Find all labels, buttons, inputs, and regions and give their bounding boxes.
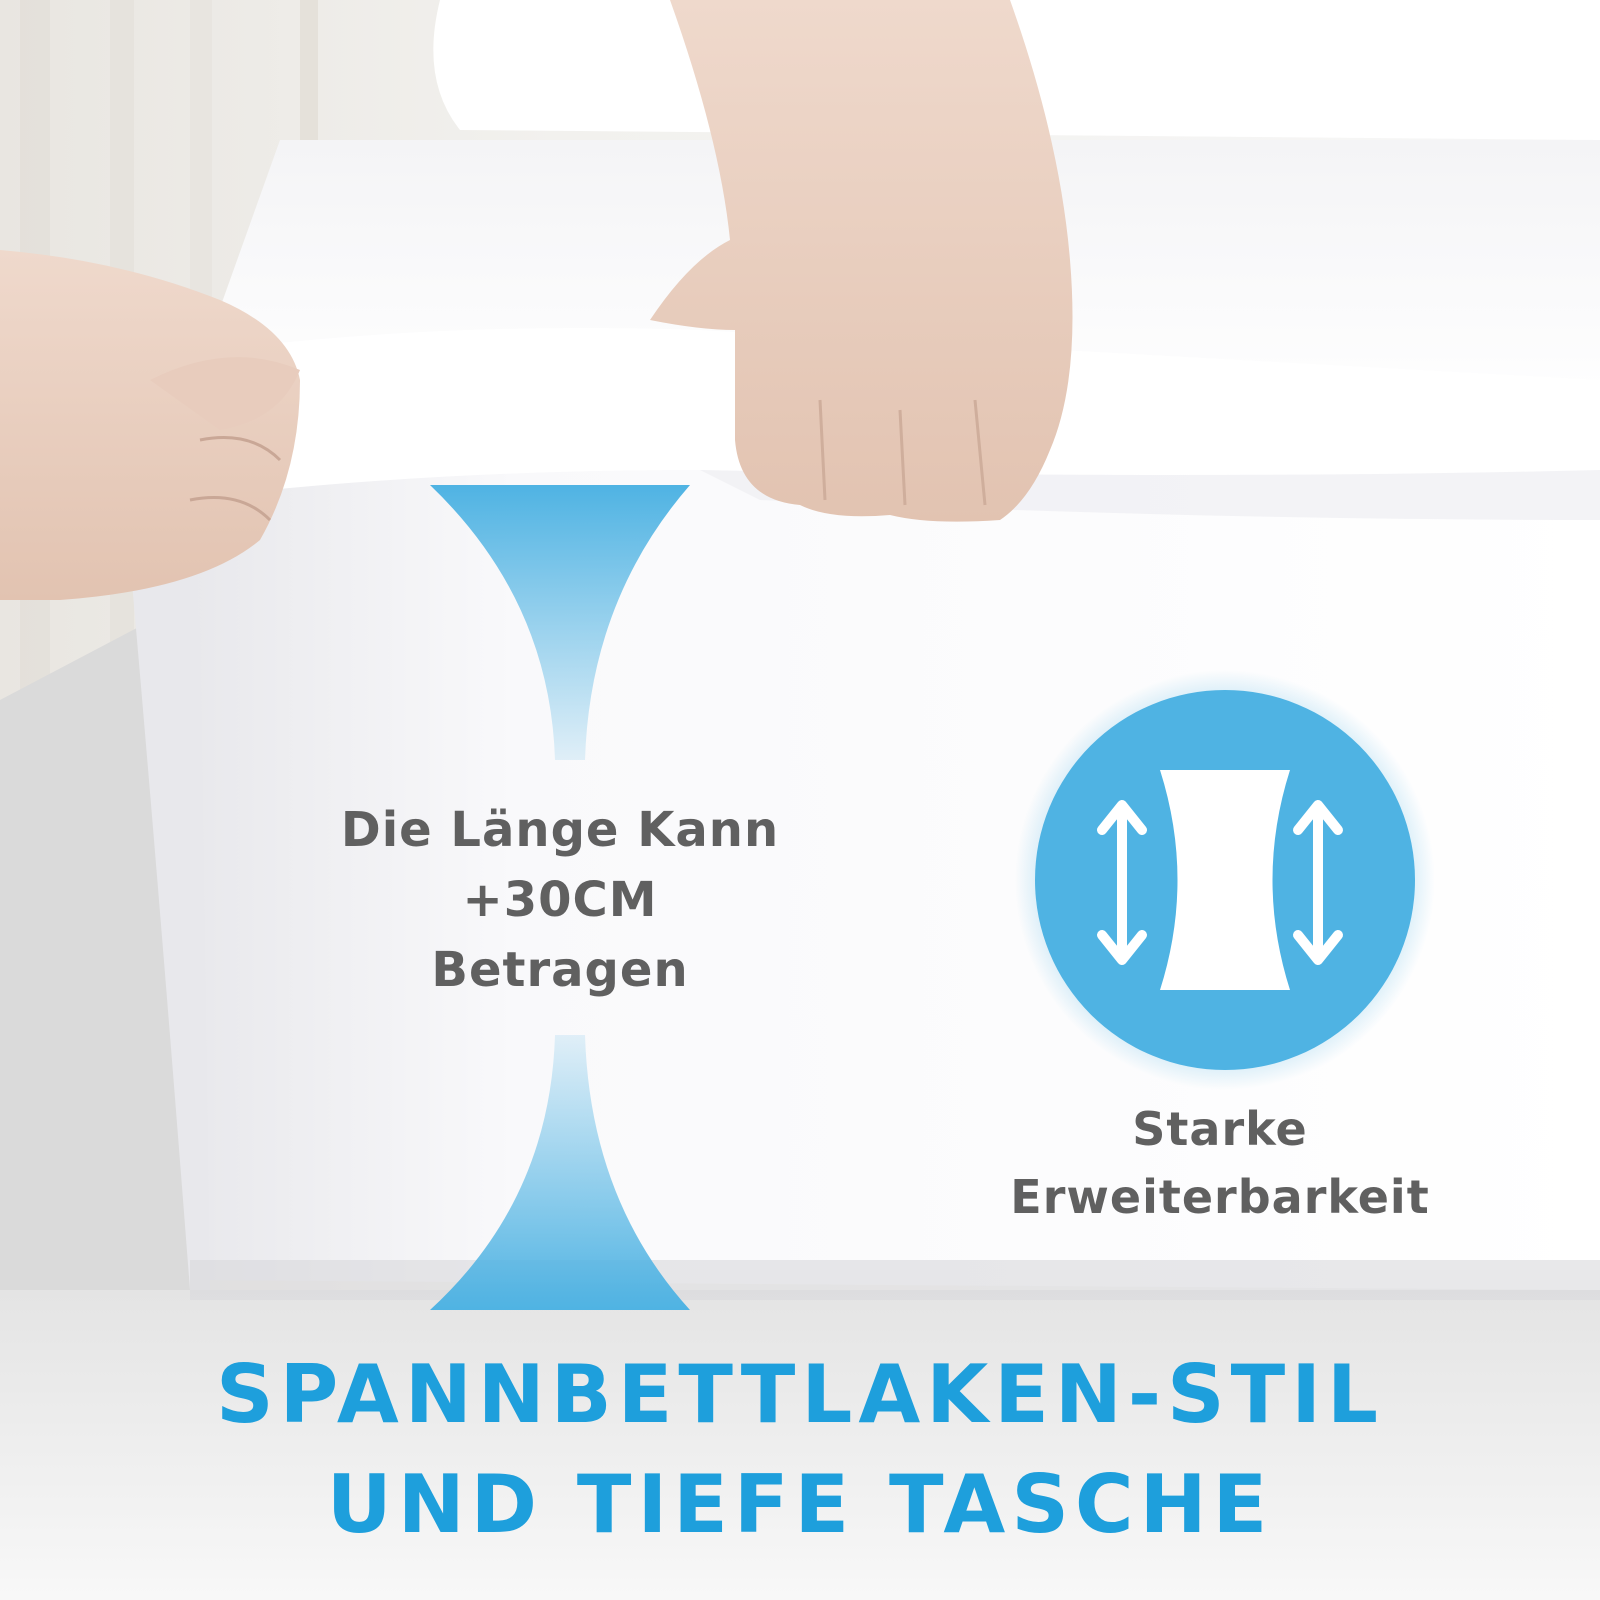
feature-stretch-line-1: Starke xyxy=(1132,1102,1308,1156)
feature-length-line-2: +30CM xyxy=(462,872,658,928)
headline-line-2: UND TIEFE TASCHE xyxy=(326,1458,1274,1551)
stretch-circle-badge xyxy=(1015,670,1435,1090)
feature-stretch-label: Starke Erweiterbarkeit xyxy=(940,1095,1500,1231)
feature-stretch-line-2: Erweiterbarkeit xyxy=(1010,1170,1430,1224)
feature-length-line-1: Die Länge Kann xyxy=(340,802,780,858)
headline-line-1: SPANNBETTLAKEN-STIL xyxy=(216,1348,1384,1441)
feature-length-label: Die Länge Kann +30CM Betragen xyxy=(300,795,820,1005)
headline: SPANNBETTLAKEN-STIL UND TIEFE TASCHE xyxy=(0,1340,1600,1560)
stretch-fabric-icon xyxy=(1160,770,1290,990)
feature-length-line-3: Betragen xyxy=(431,942,689,998)
